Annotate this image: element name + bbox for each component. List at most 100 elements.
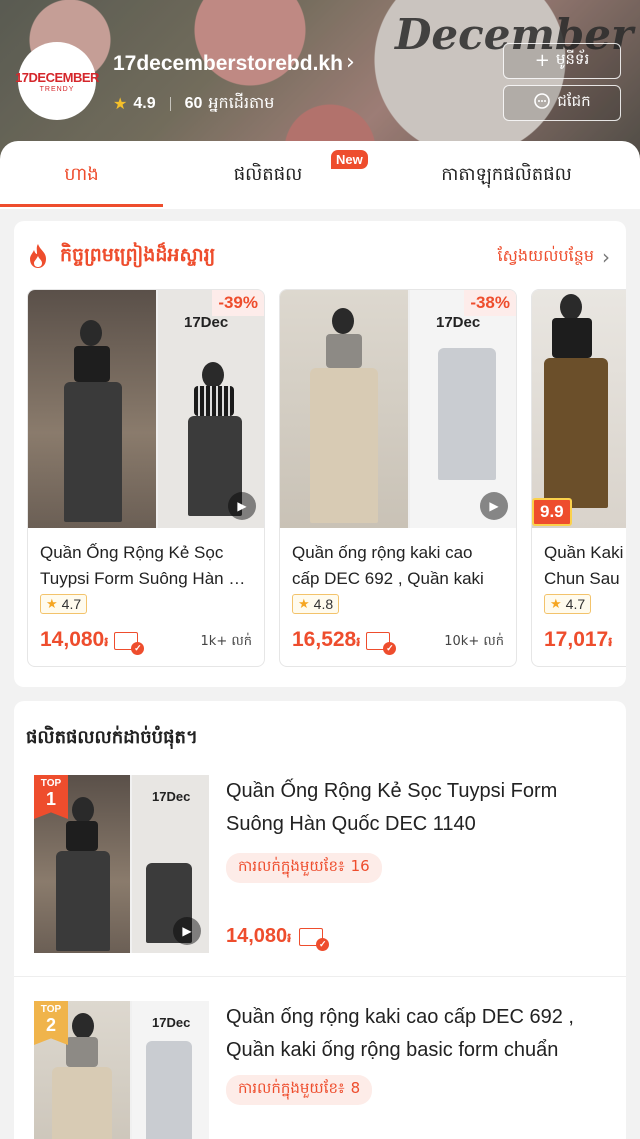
tab-catalog[interactable]: កាតាឡុកផលិតផល bbox=[373, 141, 640, 209]
plus-icon: + bbox=[534, 50, 550, 71]
monthly-sales-pill: ការលក់ក្នុងមួយខែ៖ 8 bbox=[226, 1075, 373, 1105]
brand-tag: 17Dec bbox=[152, 1015, 191, 1030]
product-name-line: Quần Kaki bbox=[544, 543, 624, 562]
product-name-line: Quần kaki ống rộng basic form chuẩn bbox=[226, 1039, 559, 1061]
rating-box: ★ 4.8 bbox=[292, 594, 340, 614]
star-icon: ★ bbox=[550, 596, 562, 611]
top-product-row[interactable]: TOP 2 17Dec Quần ống rộng kaki cao cấp D… bbox=[14, 997, 626, 1139]
price-value: 14,080 bbox=[226, 925, 288, 947]
flash-deals-title: កិច្ចព្រមព្រៀងដ៏អស្ចារ្យ bbox=[60, 244, 216, 266]
monthly-sales-label: ការលក់ក្នុងមួយខែ៖ bbox=[238, 1079, 345, 1097]
product-name-line: Quần Ống Rộng Kẻ Sọc bbox=[40, 543, 224, 562]
product-name: Quần ống rộng kaki cao cấp DEC 692 , Quầ… bbox=[292, 540, 510, 592]
rating-box: ★ 4.7 bbox=[544, 594, 592, 614]
price-value: 17,017 bbox=[544, 628, 609, 651]
brand-tag: 17Dec bbox=[184, 314, 229, 331]
logo-sub-text: TRENDY bbox=[39, 85, 75, 93]
divider bbox=[169, 97, 171, 111]
star-icon: ★ bbox=[46, 596, 58, 611]
product-name-line: Chun Sau bbox=[544, 569, 620, 588]
monthly-sales-pill: ការលក់ក្នុងមួយខែ៖ 16 bbox=[226, 853, 382, 883]
product-name-line: Quần Ống Rộng Kẻ Sọc Tuypsi Form bbox=[226, 780, 558, 802]
product-name: Quần Kaki Chun Sau bbox=[544, 540, 626, 592]
product-name-line: Suông Hàn Quốc DEC 1140 bbox=[226, 813, 476, 835]
product-image: TOP 1 17Dec ▶ bbox=[34, 775, 209, 953]
top-product-row[interactable]: TOP 1 17Dec ▶ Quần Ống Rộng Kẻ Sọc Tuyps… bbox=[14, 771, 626, 977]
follow-button[interactable]: + មូនីទ័រ bbox=[503, 43, 621, 79]
discount-badge: -39% bbox=[212, 290, 264, 316]
product-name-line: Quần ống rộng kaki cao bbox=[292, 543, 473, 562]
product-name-line: cấp DEC 692 , Quần kaki bbox=[292, 569, 484, 588]
product-image: -39% 17Dec ▶ bbox=[28, 290, 264, 528]
product-rating: 4.8 bbox=[313, 596, 334, 612]
product-name: Quần ống rộng kaki cao cấp DEC 692 , Quầ… bbox=[226, 1001, 616, 1067]
shop-rating: 4.9 bbox=[133, 95, 156, 112]
chevron-right-icon: › bbox=[602, 245, 610, 269]
play-icon: ▶ bbox=[173, 917, 201, 945]
follower-count: 60 bbox=[184, 95, 203, 112]
rank-number: 2 bbox=[45, 1015, 56, 1035]
voucher-icon bbox=[366, 631, 397, 655]
product-price: 17,017៛ bbox=[544, 628, 612, 653]
flash-deals-section: កិច្ចព្រមព្រៀងដ៏អស្ចារ្យ ស្វែងយល់បន្ថែម … bbox=[14, 221, 626, 687]
price-value: 16,528 bbox=[292, 628, 357, 651]
shop-logo[interactable]: 17DECEMBER TRENDY bbox=[15, 42, 99, 120]
product-name-line: Quần ống rộng kaki cao cấp DEC 692 , bbox=[226, 1006, 574, 1028]
new-badge: New bbox=[331, 150, 368, 169]
brand-tag: 17Dec bbox=[152, 789, 191, 804]
star-icon: ★ bbox=[298, 596, 310, 611]
shop-meta: ★ 4.9 60 អ្នកដើរតាម bbox=[113, 92, 274, 116]
currency-symbol: ៛ bbox=[104, 634, 109, 649]
follow-button-label: មូនីទ័រ bbox=[555, 50, 590, 68]
play-icon: ▶ bbox=[480, 492, 508, 520]
monthly-sales-label: ការលក់ក្នុងមួយខែ៖ bbox=[238, 857, 345, 875]
sale-9-9-badge: 9.9 bbox=[532, 498, 572, 526]
flash-deals-header: កិច្ចព្រមព្រៀងដ៏អស្ចារ្យ ស្វែងយល់បន្ថែម … bbox=[14, 221, 626, 291]
product-price: 14,080៛ bbox=[40, 628, 145, 655]
chat-bubble-icon bbox=[533, 92, 551, 114]
shop-name[interactable]: 17decemberstorebd.kh bbox=[113, 52, 343, 76]
product-card[interactable]: -39% 17Dec ▶ Quần Ống Rộng Kẻ Sọc Tuypsi… bbox=[27, 289, 265, 667]
product-image: TOP 2 17Dec bbox=[34, 1001, 209, 1139]
product-image: 9.9 bbox=[532, 290, 626, 528]
currency-symbol: ៛ bbox=[287, 930, 292, 945]
tab-shop[interactable]: ហាង bbox=[0, 141, 163, 209]
product-name-line: Tuypsi Form Suông Hàn Quốc bbox=[40, 569, 258, 588]
voucher-icon bbox=[114, 631, 145, 655]
product-name: Quần Ống Rộng Kẻ Sọc Tuypsi Form Suông H… bbox=[40, 540, 258, 592]
sold-count: 10k+ លក់ bbox=[444, 634, 504, 649]
model-photo bbox=[28, 290, 156, 528]
product-rating: 4.7 bbox=[565, 596, 586, 612]
currency-symbol: ៛ bbox=[356, 634, 361, 649]
product-image: -38% 17Dec ▶ bbox=[280, 290, 516, 528]
monthly-sales-count: 16 bbox=[350, 857, 370, 875]
model-photo bbox=[532, 290, 626, 528]
star-icon: ★ bbox=[113, 96, 128, 113]
product-card[interactable]: 9.9 Quần Kaki Chun Sau ★ 4.7 17,017៛ bbox=[531, 289, 626, 667]
monthly-sales-count: 8 bbox=[350, 1079, 361, 1097]
rank-number: 1 bbox=[45, 789, 56, 809]
fire-icon bbox=[30, 244, 46, 268]
play-icon: ▶ bbox=[228, 492, 256, 520]
product-name: Quần Ống Rộng Kẻ Sọc Tuypsi Form Suông H… bbox=[226, 775, 616, 841]
see-more-link[interactable]: ស្វែងយល់បន្ថែម › bbox=[498, 245, 610, 269]
discount-badge: -38% bbox=[464, 290, 516, 316]
chevron-right-icon[interactable]: › bbox=[346, 50, 355, 75]
product-price: 16,528៛ bbox=[292, 628, 397, 655]
logo-main-text: 17DECEMBER bbox=[15, 69, 99, 85]
top-selling-title: ផលិតផលលក់ដាច់បំផុត។ bbox=[26, 727, 198, 748]
rank-label: TOP bbox=[40, 778, 62, 789]
chat-button-label: ជជែក bbox=[557, 92, 591, 110]
price-value: 14,080 bbox=[40, 628, 105, 651]
top-selling-section: ផលិតផលលក់ដាច់បំផុត។ TOP 1 17Dec ▶ Quần Ố… bbox=[14, 701, 626, 1139]
rank-label: TOP bbox=[40, 1004, 62, 1015]
model-photo bbox=[280, 290, 408, 528]
product-price: 14,080៛ bbox=[226, 925, 330, 951]
product-rating: 4.7 bbox=[61, 596, 82, 612]
follower-label: អ្នកដើរតាម bbox=[208, 95, 275, 112]
see-more-label: ស្វែងយល់បន្ថែម bbox=[497, 246, 594, 265]
product-card[interactable]: -38% 17Dec ▶ Quần ống rộng kaki cao cấp … bbox=[279, 289, 517, 667]
voucher-icon bbox=[299, 928, 330, 951]
rating-box: ★ 4.7 bbox=[40, 594, 88, 614]
chat-button[interactable]: ជជែក bbox=[503, 85, 621, 121]
